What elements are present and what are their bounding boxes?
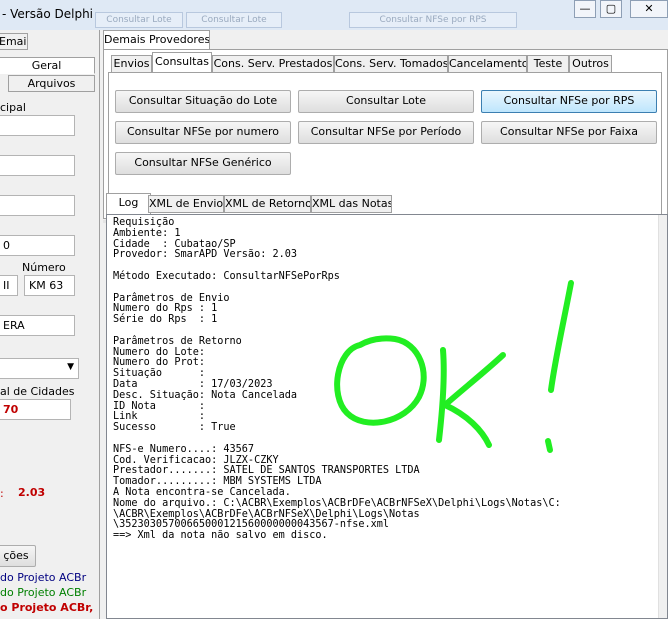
version-value: 2.03 bbox=[18, 486, 46, 499]
ghost-button-2: Consultar Lote bbox=[186, 12, 282, 28]
tab-xml-envio[interactable]: XML de Envio bbox=[148, 195, 224, 213]
text-field-ii[interactable]: II bbox=[0, 275, 18, 296]
text-field-3[interactable] bbox=[0, 195, 75, 216]
consultar-nfse-periodo-button[interactable]: Consultar NFSe por Período bbox=[298, 121, 474, 144]
ink-exclamation-dot bbox=[545, 438, 553, 453]
log-textarea[interactable]: Requisição Ambiente: 1 Cidade : Cubatao/… bbox=[106, 214, 668, 619]
ink-letter-o bbox=[334, 335, 427, 426]
configuracoes-button[interactable]: ções bbox=[0, 545, 36, 567]
consultar-situacao-lote-button[interactable]: Consultar Situação do Lote bbox=[115, 90, 291, 113]
handwritten-ok-mark bbox=[334, 280, 574, 453]
ghost-button-1: Consultar Lote bbox=[95, 12, 183, 28]
consultar-nfse-generico-button[interactable]: Consultar NFSe Genérico bbox=[115, 152, 291, 175]
consultar-nfse-faixa-button[interactable]: Consultar NFSe por Faixa bbox=[481, 121, 657, 144]
tab-outros[interactable]: Outros bbox=[569, 55, 612, 73]
numero-label: Número bbox=[22, 261, 66, 274]
footer-line-1: do Projeto ACBr bbox=[0, 571, 87, 584]
tab-xml-notas[interactable]: XML das Notas bbox=[311, 195, 392, 213]
close-button[interactable]: ✕ bbox=[630, 0, 668, 18]
ink-letter-k-stem bbox=[436, 347, 447, 443]
tab-email[interactable]: Email bbox=[0, 33, 28, 50]
version-colon: : bbox=[0, 487, 4, 500]
ink-exclamation-line bbox=[548, 280, 574, 393]
text-field-2[interactable] bbox=[0, 155, 75, 176]
cidades-count-field[interactable]: 70 bbox=[0, 399, 71, 420]
tab-xml-retorno[interactable]: XML de Retorno bbox=[224, 195, 311, 213]
minimize-button[interactable]: — bbox=[574, 0, 596, 18]
numero-field[interactable]: KM 63 bbox=[24, 275, 75, 296]
consultar-lote-button[interactable]: Consultar Lote bbox=[298, 90, 474, 113]
tab-consultas[interactable]: Consultas bbox=[152, 52, 212, 73]
footer-line-3: o Projeto ACBr, bbox=[0, 601, 94, 614]
tab-arquivos[interactable]: Arquivos bbox=[8, 75, 95, 92]
tab-cons-serv-tomados[interactable]: Cons. Serv. Tomados bbox=[334, 55, 448, 73]
tab-log[interactable]: Log bbox=[106, 193, 151, 215]
title-bar: - Versão Delphi Consultar Lote Consultar… bbox=[0, 0, 668, 30]
tab-envios[interactable]: Envios bbox=[111, 55, 152, 73]
text-field-1[interactable] bbox=[0, 115, 75, 136]
tab-demais-provedores[interactable]: Demais Provedores bbox=[103, 30, 210, 50]
cidades-label: al de Cidades bbox=[0, 385, 75, 398]
window-title: - Versão Delphi bbox=[2, 7, 94, 21]
text-field-era[interactable]: ERA bbox=[0, 315, 75, 336]
text-field-4[interactable]: 0 bbox=[0, 235, 75, 256]
vertical-scrollbar[interactable] bbox=[658, 215, 667, 618]
chevron-down-icon: ▼ bbox=[67, 362, 74, 372]
tab-geral[interactable]: Geral bbox=[0, 57, 95, 74]
providers-panel: Demais Provedores Envios Consultas Cons.… bbox=[103, 30, 668, 619]
ghost-button-3: Consultar NFSe por RPS bbox=[349, 12, 517, 28]
footer-line-2: do Projeto ACBr bbox=[0, 586, 87, 599]
select-dropdown[interactable]: ▼ bbox=[0, 358, 79, 379]
tab-teste[interactable]: Teste bbox=[527, 55, 569, 73]
tab-cancelamento[interactable]: Cancelamento bbox=[448, 55, 527, 73]
consultar-nfse-numero-button[interactable]: Consultar NFSe por numero bbox=[115, 121, 291, 144]
ink-letter-k-arms bbox=[442, 352, 506, 448]
maximize-button[interactable]: ▢ bbox=[600, 0, 622, 18]
municipal-label: cipal bbox=[0, 101, 26, 114]
left-config-panel: Email Geral Arquivos cipal 0 Número II K… bbox=[0, 30, 100, 619]
providers-tab-content: Envios Consultas Cons. Serv. Prestados C… bbox=[103, 49, 668, 219]
consultar-nfse-rps-button[interactable]: Consultar NFSe por RPS bbox=[481, 90, 657, 113]
tab-cons-serv-prestados[interactable]: Cons. Serv. Prestados bbox=[212, 55, 334, 73]
